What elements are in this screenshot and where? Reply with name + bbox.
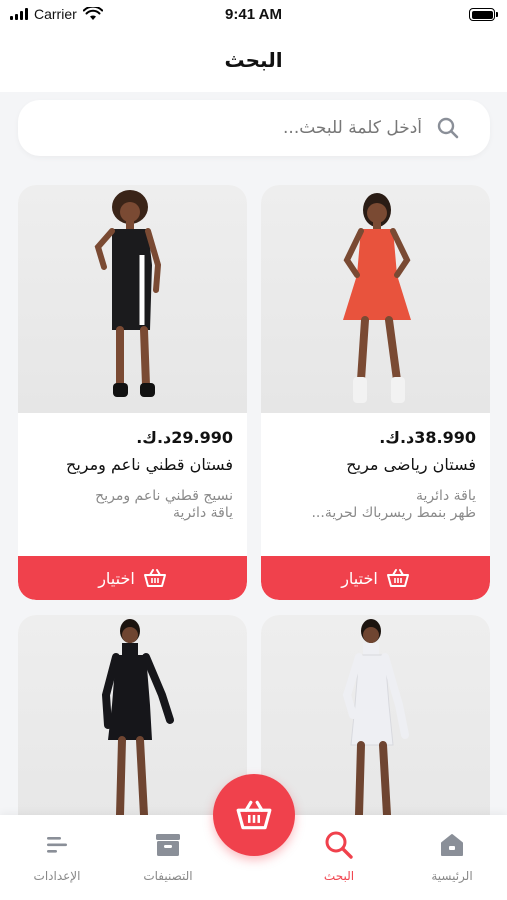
nav-settings-label: الإعدادات	[33, 869, 81, 883]
product-card[interactable]: 29.990د.ك. فستان قطني ناعم ومريح نسيج قط…	[18, 185, 247, 600]
select-button-label: اختيار	[98, 568, 135, 588]
nav-search-label: البحث	[323, 869, 355, 883]
nav-search[interactable]: البحث	[284, 829, 394, 883]
battery-icon	[469, 8, 498, 21]
basket-icon	[236, 800, 272, 830]
product-image	[261, 615, 490, 845]
nav-home[interactable]: الرئيسية	[397, 829, 507, 883]
product-image	[18, 185, 247, 413]
archive-icon	[113, 829, 223, 861]
product-price: 29.990د.ك.	[136, 428, 233, 447]
product-description: ياقة دائرية ظهر بنمط ريسرباك لحرية...	[275, 488, 476, 522]
description-line: ظهر بنمط ريسرباك لحرية...	[311, 505, 476, 521]
product-price: 38.990د.ك.	[379, 428, 476, 447]
product-info: 38.990د.ك. فستان رياضى مريح ياقة دائرية …	[261, 413, 490, 555]
search-bar[interactable]	[18, 100, 490, 156]
product-card[interactable]: 38.990د.ك. فستان رياضى مريح ياقة دائرية …	[261, 185, 490, 600]
search-icon	[284, 829, 394, 861]
description-line: نسيج قطني ناعم ومريح	[95, 488, 233, 504]
description-line: ياقة دائرية	[173, 505, 233, 521]
product-card[interactable]	[261, 615, 490, 845]
menu-lines-icon	[2, 829, 112, 861]
select-button[interactable]: اختيار	[18, 556, 247, 600]
product-description: نسيج قطني ناعم ومريح ياقة دائرية	[32, 488, 233, 522]
status-bar: Carrier 9:41 AM	[0, 0, 507, 30]
search-icon[interactable]	[436, 116, 460, 140]
home-icon	[397, 829, 507, 861]
page-title: البحث	[224, 48, 283, 72]
basket-icon	[386, 569, 409, 587]
cart-button[interactable]	[213, 774, 295, 856]
search-input[interactable]	[38, 118, 422, 138]
status-time: 9:41 AM	[225, 6, 282, 23]
product-info: 29.990د.ك. فستان قطني ناعم ومريح نسيج قط…	[18, 413, 247, 555]
basket-icon	[143, 569, 166, 587]
nav-settings[interactable]: الإعدادات	[2, 829, 112, 883]
product-name: فستان قطني ناعم ومريح	[66, 455, 233, 474]
product-image	[261, 185, 490, 413]
select-button-label: اختيار	[341, 568, 378, 588]
nav-categories[interactable]: التصنيفات	[113, 829, 223, 883]
product-name: فستان رياضى مريح	[346, 455, 476, 474]
description-line: ياقة دائرية	[416, 488, 476, 504]
dress-shape	[112, 229, 152, 330]
header: البحث	[0, 30, 507, 92]
select-button[interactable]: اختيار	[261, 556, 490, 600]
nav-categories-label: التصنيفات	[143, 869, 193, 883]
nav-home-label: الرئيسية	[431, 869, 473, 883]
